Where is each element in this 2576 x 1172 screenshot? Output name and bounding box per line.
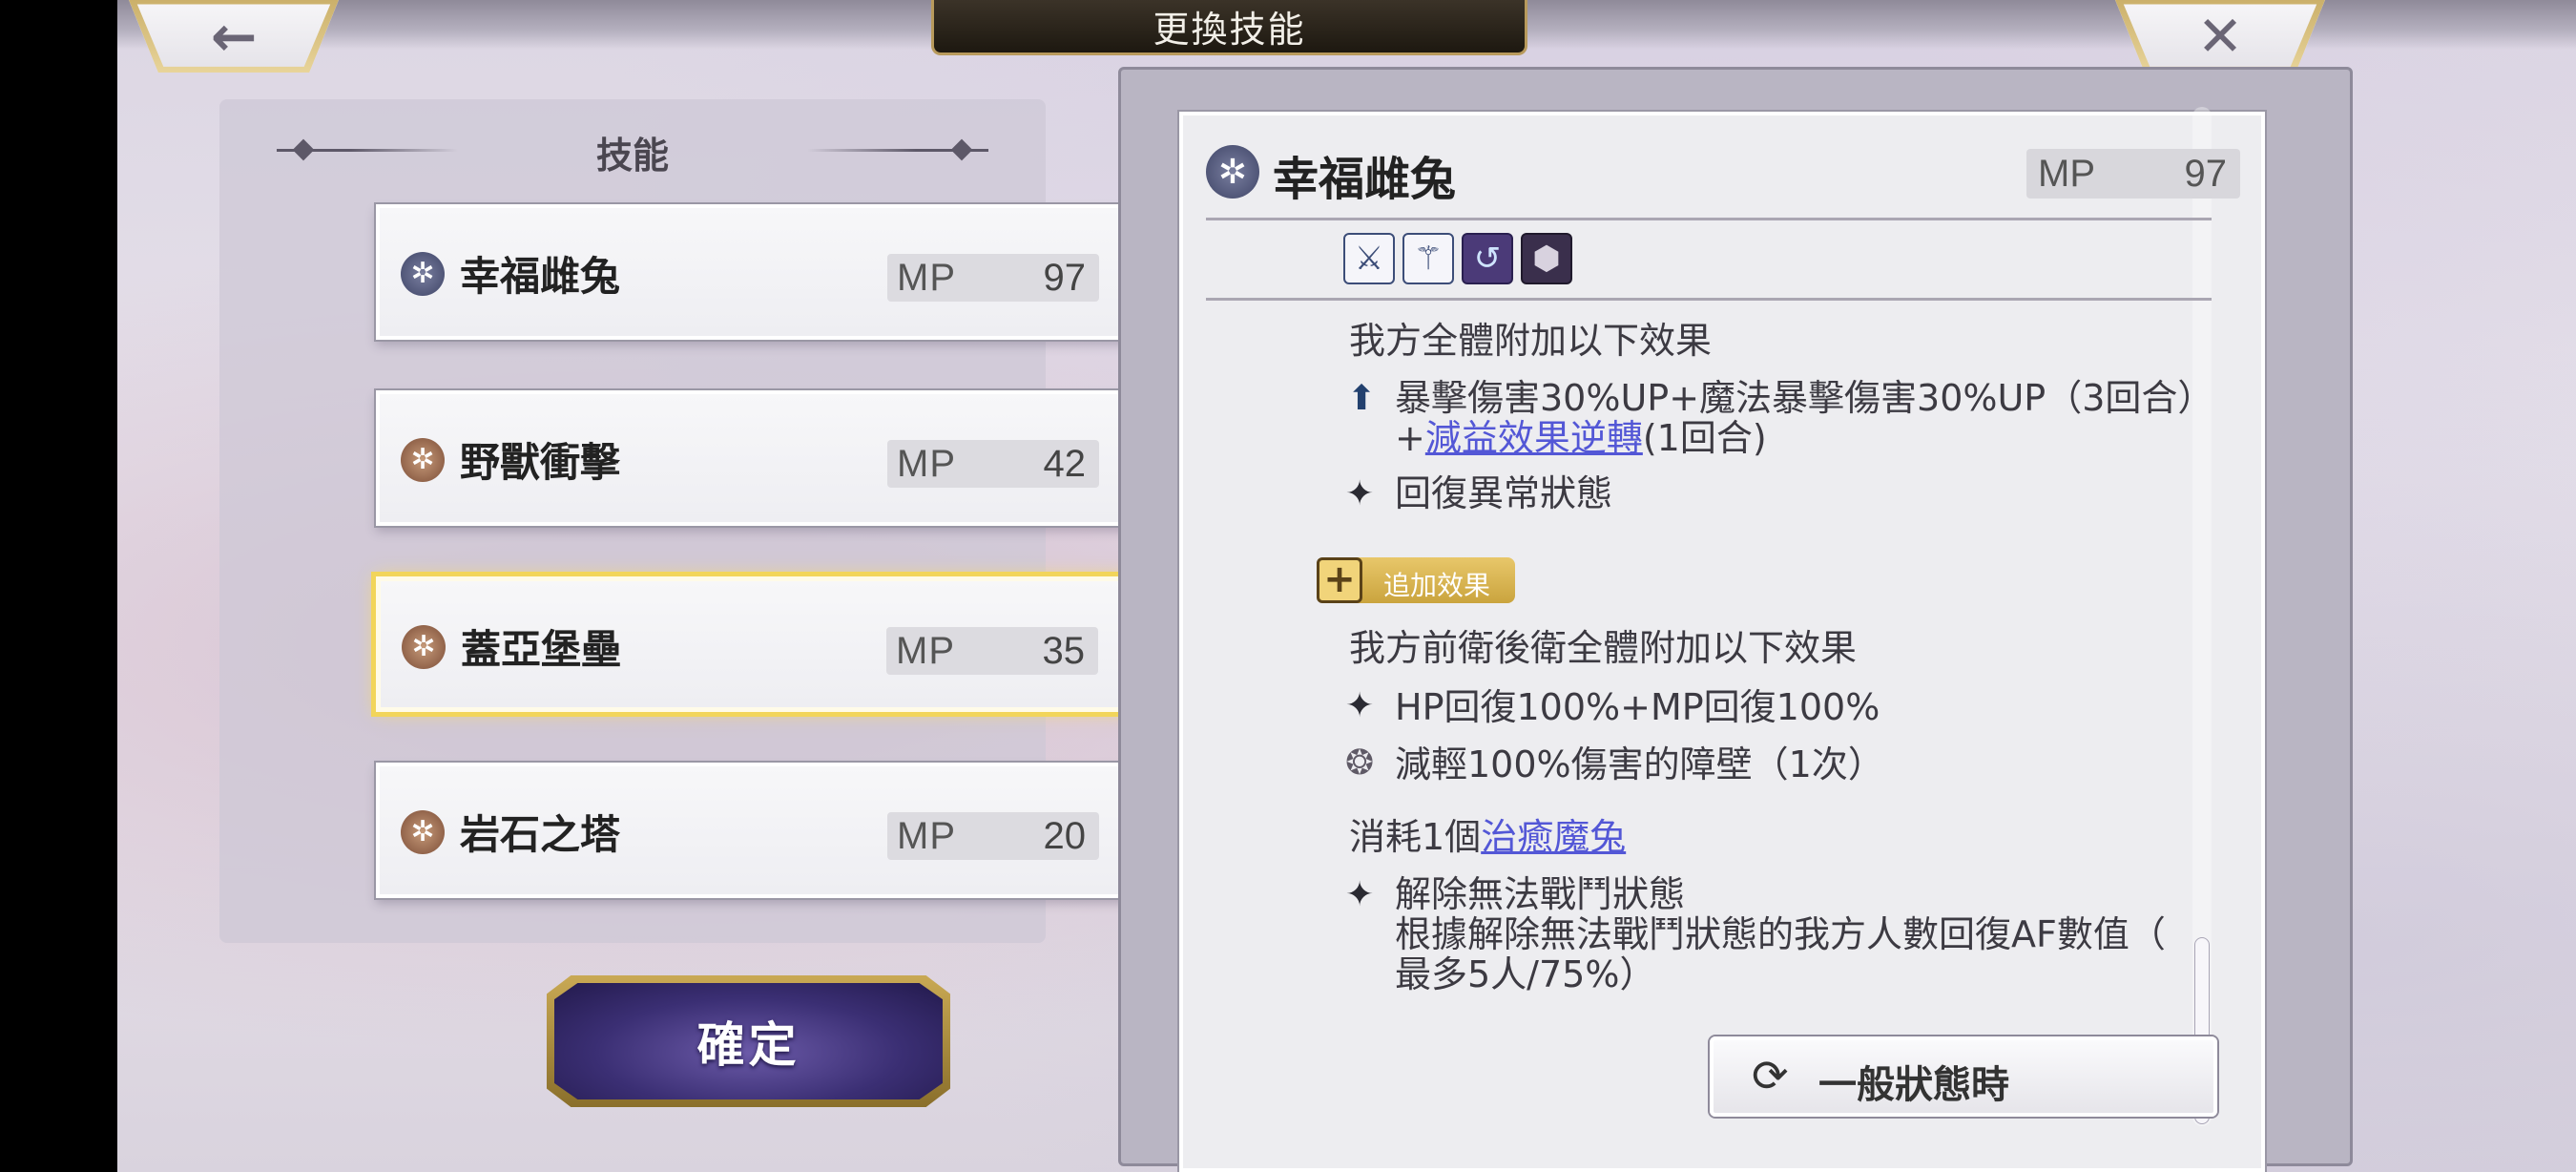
back-arrow-icon: ← bbox=[210, 4, 258, 69]
skill-element-icon: ✲ bbox=[401, 252, 445, 296]
sparkle-icon: ✦ bbox=[1345, 875, 1375, 914]
revive-effect: 解除無法戰鬥狀態 bbox=[1395, 873, 1686, 915]
effect-intro: 我方全體附加以下效果 bbox=[1349, 320, 1713, 362]
mp-value: 42 bbox=[1043, 442, 1087, 485]
refresh-icon: ⟳ bbox=[1752, 1050, 1789, 1101]
effect-duration: (1回合) bbox=[1642, 417, 1767, 459]
skill-list-title: 技能 bbox=[595, 135, 669, 177]
mp-label: MP bbox=[2038, 152, 2095, 195]
mp-label: MP bbox=[896, 629, 955, 672]
page-title: 更換技能 bbox=[1153, 9, 1306, 51]
divider bbox=[1206, 298, 2212, 301]
skill-element-icon: ✲ bbox=[401, 438, 445, 482]
consume-prefix: 消耗1個 bbox=[1349, 816, 1482, 858]
skill-mp-cost: MP 97 bbox=[887, 254, 1099, 302]
confirm-label: 確定 bbox=[696, 1016, 800, 1073]
skill-mp-cost: MP 35 bbox=[886, 627, 1098, 675]
confirm-button-face: 確定 bbox=[554, 983, 943, 1099]
effect-cure-status: 回復異常狀態 bbox=[1395, 472, 1613, 514]
mp-label: MP bbox=[897, 256, 956, 299]
mp-value: 97 bbox=[1043, 256, 1087, 299]
skill-name: 岩石之塔 bbox=[460, 811, 621, 858]
mp-label: MP bbox=[897, 442, 956, 485]
extra-effect-label: 追加效果 bbox=[1383, 570, 1491, 601]
skill-list-header: 技能 bbox=[219, 120, 1046, 178]
barrier-icon[interactable]: ⬢ bbox=[1521, 233, 1572, 284]
detail-skill-element-icon: ✲ bbox=[1206, 145, 1259, 199]
mp-value: 20 bbox=[1043, 814, 1087, 857]
effect-crit-up: 暴擊傷害30%UP+魔法暴擊傷害30%UP（3回合） bbox=[1395, 377, 2214, 419]
plus-icon: + bbox=[1317, 557, 1362, 603]
detail-mp-cost: MP 97 bbox=[2026, 149, 2240, 199]
extra-barrier: 減輕100%傷害的障壁（1次） bbox=[1395, 743, 1884, 785]
skill-card-1[interactable]: ✲ 幸福雌兔 MP 97 bbox=[376, 204, 1130, 340]
skill-card-2[interactable]: ✲ 野獸衝擊 MP 42 bbox=[376, 390, 1130, 526]
revive-af-recovery: 根據解除無法戰鬥狀態的我方人數回復AF數值（ bbox=[1395, 913, 2166, 955]
divider bbox=[1206, 218, 2212, 220]
effect-debuff-reverse: +減益效果逆轉(1回合) bbox=[1395, 418, 1767, 458]
back-button[interactable]: ← bbox=[129, 0, 339, 73]
mp-value: 97 bbox=[2184, 152, 2228, 195]
skill-name: 幸福雌兔 bbox=[460, 253, 621, 300]
normal-state-toggle-button[interactable]: ⟳ 一般狀態時 bbox=[1710, 1036, 2217, 1117]
sparkle-icon: ✦ bbox=[1345, 474, 1375, 513]
extra-intro: 我方前衛後衛全體附加以下效果 bbox=[1349, 627, 1858, 669]
skill-name: 蓋亞堡壘 bbox=[461, 626, 622, 673]
skill-card-3-selected[interactable]: ✲ 蓋亞堡壘 MP 35 bbox=[376, 576, 1130, 712]
page-title-plate: 更換技能 bbox=[931, 0, 1527, 55]
consume-item: 消耗1個治癒魔兔 bbox=[1349, 817, 1626, 857]
skill-name: 野獸衝擊 bbox=[460, 439, 621, 486]
extra-heal: HP回復100%+MP回復100% bbox=[1395, 686, 1880, 728]
mp-value: 35 bbox=[1042, 629, 1086, 672]
skill-element-icon: ✲ bbox=[402, 625, 446, 669]
magic-crit-up-icon[interactable]: ⚚ bbox=[1402, 233, 1454, 284]
sparkle-icon: ✦ bbox=[1345, 686, 1375, 725]
normal-state-label: 一般狀態時 bbox=[1818, 1062, 2009, 1107]
debuff-reverse-icon[interactable]: ↺ bbox=[1462, 233, 1513, 284]
barrier-small-icon: ❂ bbox=[1345, 743, 1375, 783]
debuff-reverse-link[interactable]: 減益效果逆轉 bbox=[1425, 417, 1643, 459]
skill-mp-cost: MP 42 bbox=[887, 440, 1099, 488]
crit-up-icon[interactable]: ⚔ bbox=[1343, 233, 1395, 284]
extra-effect-badge: + 追加效果 bbox=[1317, 557, 1515, 603]
close-icon: ✕ bbox=[2196, 4, 2244, 69]
mp-label: MP bbox=[897, 814, 956, 857]
consume-item-link[interactable]: 治癒魔兔 bbox=[1481, 816, 1626, 858]
skill-mp-cost: MP 20 bbox=[887, 812, 1099, 860]
effect-prefix: + bbox=[1395, 417, 1425, 459]
detail-skill-name: 幸福雌兔 bbox=[1273, 153, 1457, 206]
skill-card-4[interactable]: ✲ 岩石之塔 MP 20 bbox=[376, 763, 1130, 898]
close-button[interactable]: ✕ bbox=[2115, 0, 2325, 73]
stat-up-arrow-icon: ⬆ bbox=[1347, 379, 1377, 418]
revive-af-limit: 最多5人/75%） bbox=[1395, 953, 1656, 995]
skill-element-icon: ✲ bbox=[401, 810, 445, 854]
confirm-button[interactable]: 確定 bbox=[547, 975, 950, 1107]
